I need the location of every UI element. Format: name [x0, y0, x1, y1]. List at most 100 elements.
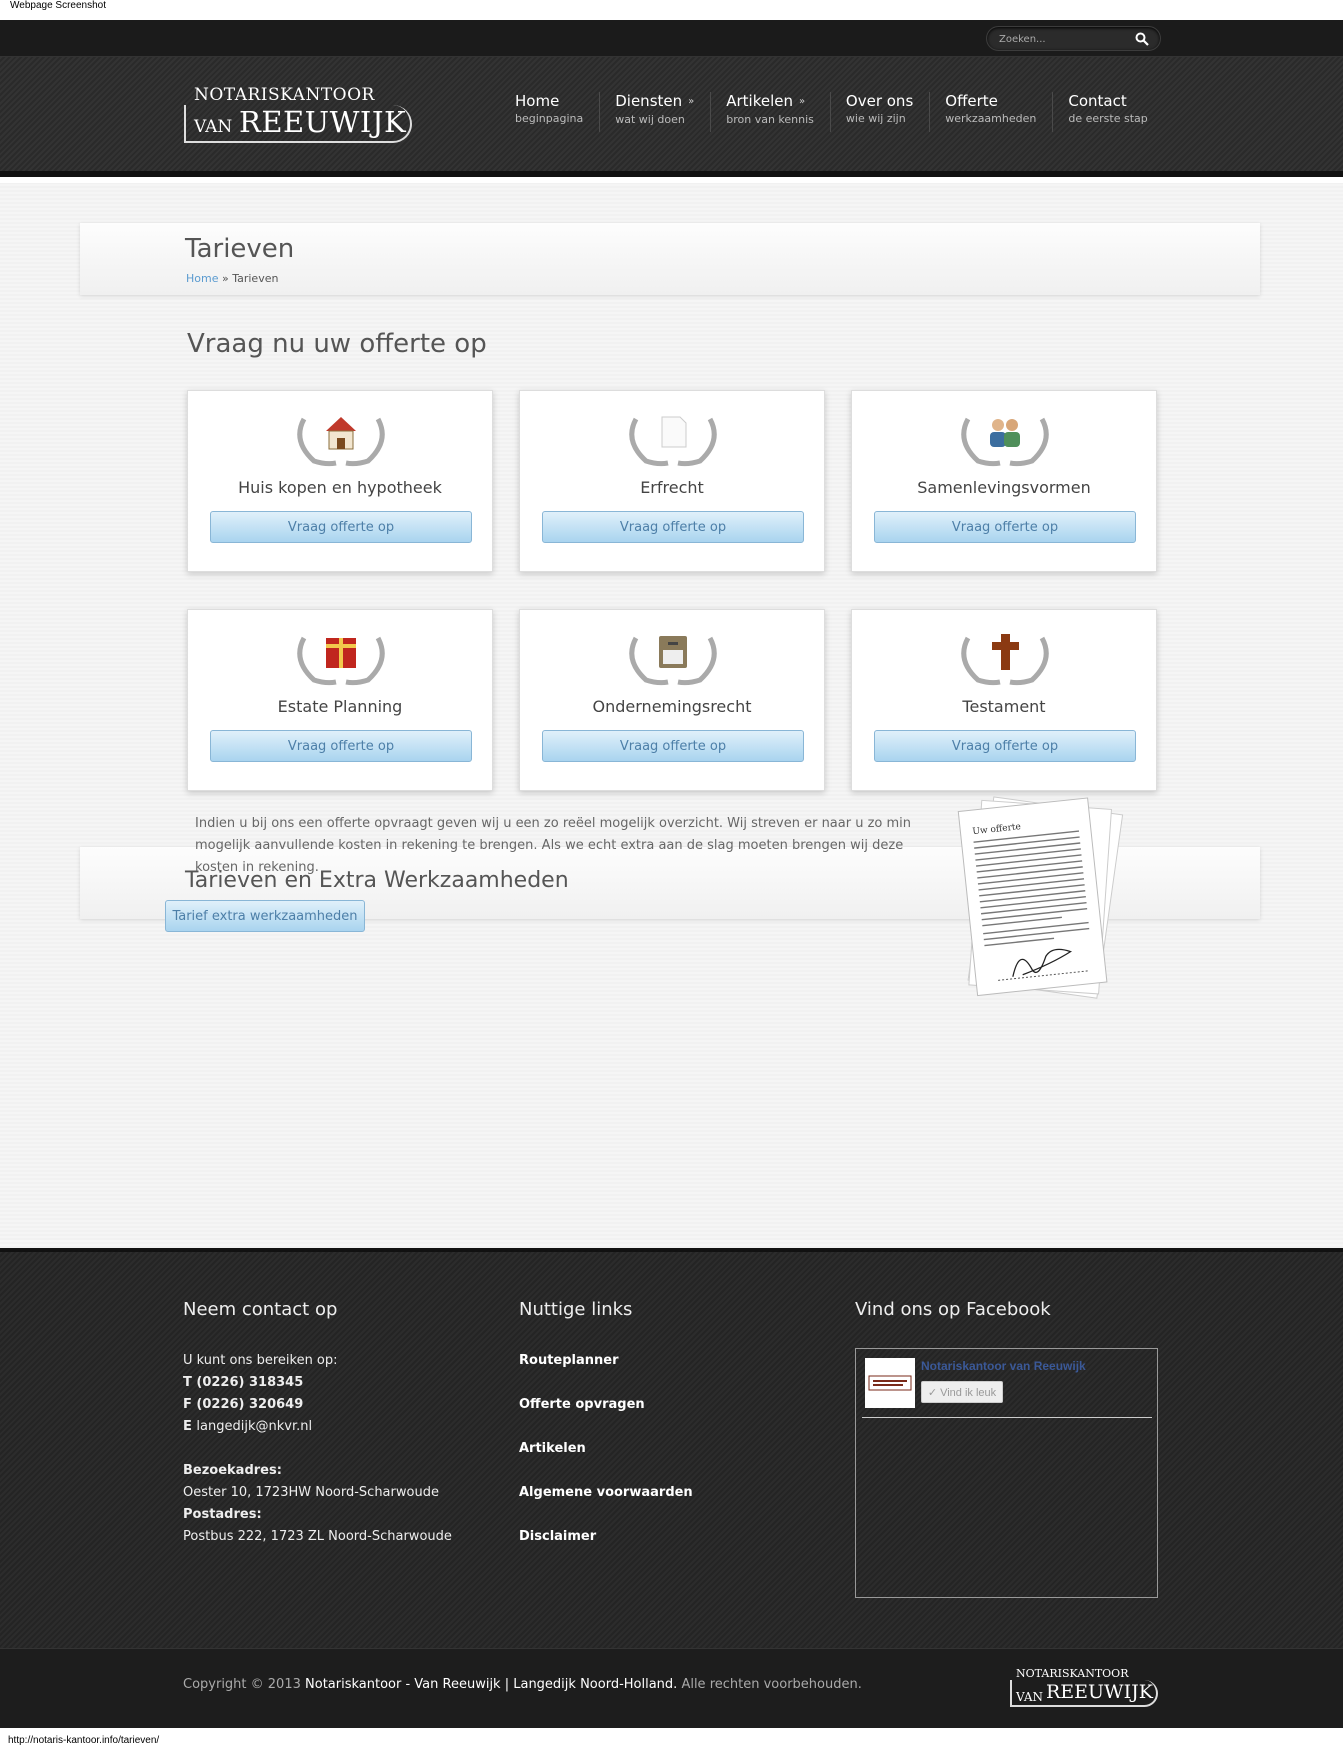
nav-title: Home — [515, 92, 560, 110]
breadcrumb: Home » Tarieven — [186, 272, 278, 285]
contact-email-prefix: E — [183, 1419, 197, 1434]
nav-item-home[interactable]: Home beginpagina — [500, 92, 601, 132]
card-label: Erfrecht — [640, 478, 704, 497]
footer-logo[interactable]: NOTARISKANTOOR VAN REEUWIJK — [1010, 1667, 1160, 1709]
site-logo[interactable]: NOTARISKANTOOR VAN REEUWIJK — [184, 85, 414, 145]
logo-name-text: REEUWIJK — [1046, 1681, 1153, 1703]
card-label: Testament — [962, 697, 1046, 716]
chevron-down-icon: » — [799, 96, 806, 107]
page-title: Tarieven — [185, 234, 295, 264]
search-input[interactable] — [999, 31, 1129, 47]
logo-top-text: NOTARISKANTOOR — [194, 85, 375, 105]
nav-subtitle: wat wij doen — [615, 113, 685, 126]
copyright-suffix: Alle rechten voorbehouden. — [677, 1677, 862, 1692]
post-address: Postbus 222, 1723 ZL Noord-Scharwoude — [183, 1529, 452, 1544]
page-title-band: Tarieven Home » Tarieven — [80, 223, 1260, 295]
contact-fax: F (0226) 320649 — [183, 1397, 304, 1412]
logo-top-text: NOTARISKANTOOR — [1016, 1667, 1129, 1680]
footer-links-title: Nuttige links — [519, 1299, 633, 1320]
contact-email-link[interactable]: langedijk@nkvr.nl — [196, 1419, 312, 1434]
copyright-prefix: Copyright © 2013 — [183, 1677, 306, 1692]
copyright-name: Notariskantoor - Van Reeuwijk | Langedij… — [305, 1677, 678, 1692]
footer-link-artikelen[interactable]: Artikelen — [519, 1438, 693, 1460]
footer-link-disclaimer[interactable]: Disclaimer — [519, 1526, 693, 1548]
nav-item-over-ons[interactable]: Over ons wie wij zijn — [831, 92, 931, 132]
service-card-huis: Huis kopen en hypotheek Vraag offerte op — [187, 390, 493, 572]
nav-title: Over ons — [845, 92, 914, 110]
request-quote-button[interactable]: Vraag offerte op — [542, 511, 804, 543]
nav-item-contact[interactable]: Contact de eerste stap — [1053, 92, 1163, 132]
screenshot-label: Webpage Screenshot — [10, 0, 106, 11]
footer-contact-title: Neem contact op — [183, 1299, 338, 1320]
nav-title-wrap: Diensten » — [615, 92, 694, 111]
gift-icon — [297, 636, 385, 686]
service-card-estate: Estate Planning Vraag offerte op — [187, 609, 493, 791]
search-box[interactable] — [986, 26, 1161, 51]
card-label: Samenlevingsvormen — [917, 478, 1091, 497]
footer-facebook: Vind ons op Facebook — [855, 1299, 1051, 1350]
footer-link-offerte[interactable]: Offerte opvragen — [519, 1394, 693, 1416]
service-card-onderneming: Ondernemingsrecht Vraag offerte op — [519, 609, 825, 791]
extra-intro-text: Indien u bij ons een offerte opvraagt ge… — [195, 816, 912, 875]
breadcrumb-separator: » — [218, 272, 233, 285]
card-label: Ondernemingsrecht — [592, 697, 752, 716]
breadcrumb-home-link[interactable]: Home — [186, 272, 218, 285]
service-card-testament: Testament Vraag offerte op — [851, 609, 1157, 791]
post-label: Postadres: — [183, 1507, 262, 1522]
copyright-bar: Copyright © 2013 Notariskantoor - Van Re… — [0, 1648, 1343, 1728]
nav-item-diensten[interactable]: Diensten » wat wij doen — [600, 92, 712, 132]
copyright-text: Copyright © 2013 Notariskantoor - Van Re… — [183, 1677, 862, 1692]
logo-name-text: REEUWIJK — [239, 105, 407, 139]
logo-thumbnail-icon — [868, 1375, 912, 1391]
service-card-erfrecht: Erfrecht Vraag offerte op — [519, 390, 825, 572]
card-label: Huis kopen en hypotheek — [238, 478, 442, 497]
nav-subtitle: werkzaamheden — [945, 112, 1037, 125]
request-quote-button[interactable]: Vraag offerte op — [874, 730, 1136, 762]
nav-title: Diensten — [615, 92, 683, 110]
footer-link-voorwaarden[interactable]: Algemene voorwaarden — [519, 1482, 693, 1504]
nav-item-offerte[interactable]: Offerte werkzaamheden — [930, 92, 1054, 132]
cabinet-icon — [629, 636, 717, 686]
chevron-down-icon: » — [688, 96, 695, 107]
site-header: NOTARISKANTOOR VAN REEUWIJK Home beginpa… — [0, 57, 1343, 177]
service-card-samenleving: Samenlevingsvormen Vraag offerte op — [851, 390, 1157, 572]
nav-subtitle: beginpagina — [515, 112, 584, 125]
people-icon — [961, 417, 1049, 467]
nav-item-artikelen[interactable]: Artikelen » bron van kennis — [711, 92, 831, 132]
quote-papers-icon: Uw offerte — [957, 796, 1124, 999]
footer-link-routeplanner[interactable]: Routeplanner — [519, 1350, 693, 1372]
section-heading: Vraag nu uw offerte op — [187, 329, 487, 359]
logo-van-text: VAN — [1016, 1690, 1044, 1704]
request-quote-button[interactable]: Vraag offerte op — [210, 511, 472, 543]
house-icon — [297, 417, 385, 467]
request-quote-button[interactable]: Vraag offerte op — [542, 730, 804, 762]
nav-subtitle: wie wij zijn — [845, 112, 906, 125]
cross-icon — [961, 634, 1049, 686]
nav-title-wrap: Artikelen » — [726, 92, 814, 111]
request-quote-button[interactable]: Vraag offerte op — [874, 511, 1136, 543]
nav-title: Artikelen — [726, 92, 794, 110]
facebook-page-avatar[interactable] — [865, 1358, 915, 1408]
document-icon — [629, 416, 717, 467]
search-icon[interactable] — [1135, 32, 1149, 46]
visit-address: Oester 10, 1723HW Noord-Scharwoude — [183, 1485, 439, 1500]
divider — [862, 1417, 1152, 1418]
main-content: Tarieven Home » Tarieven Vraag nu uw off… — [0, 183, 1343, 1248]
breadcrumb-current: Tarieven — [232, 272, 279, 285]
contact-phone: T (0226) 318345 — [183, 1375, 304, 1390]
footer-links: Nuttige links Routeplanner Offerte opvra… — [519, 1299, 693, 1570]
facebook-like-button[interactable]: ✓ Vind ik leuk — [921, 1381, 1003, 1403]
top-bar — [0, 20, 1343, 57]
extra-rates-button[interactable]: Tarief extra werkzaamheden — [165, 900, 365, 932]
request-quote-button[interactable]: Vraag offerte op — [210, 730, 472, 762]
facebook-page-name[interactable]: Notariskantoor van Reeuwijk — [921, 1359, 1086, 1373]
facebook-widget: Notariskantoor van Reeuwijk ✓ Vind ik le… — [855, 1348, 1158, 1598]
visit-label: Bezoekadres: — [183, 1463, 282, 1478]
card-label: Estate Planning — [277, 697, 403, 716]
main-nav: Home beginpagina Diensten» wat wij doen … — [500, 92, 1164, 132]
footer-facebook-title: Vind ons op Facebook — [855, 1299, 1051, 1320]
status-bar-url: http://notaris-kantoor.info/tarieven/ — [8, 1735, 160, 1746]
logo-van-text: VAN — [194, 117, 233, 137]
site-footer: Neem contact op U kunt ons bereiken op: … — [0, 1248, 1343, 1648]
